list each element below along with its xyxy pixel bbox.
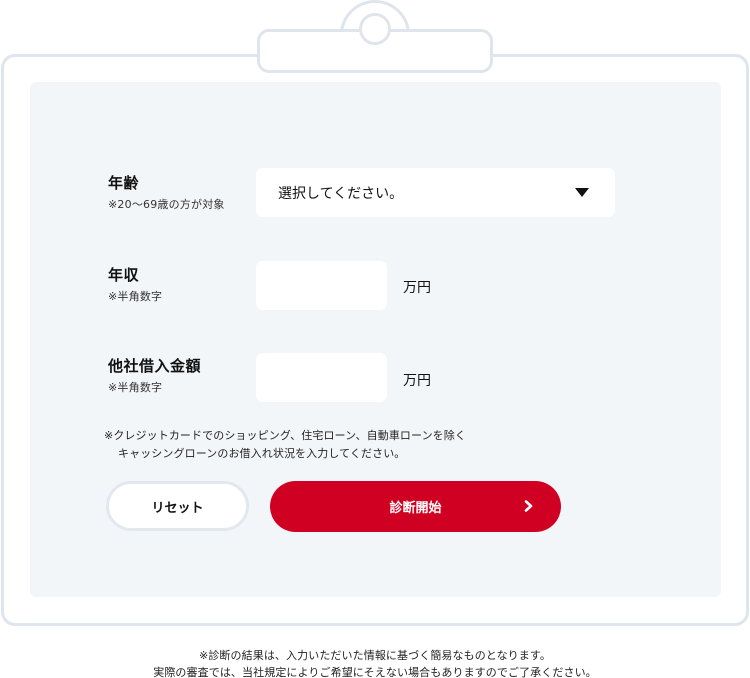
footer-line2: 実際の審査では、当社規定によりご希望にそえない場合もありますのでご了承ください。 — [153, 666, 597, 678]
other-loans-note: ※半角数字 — [108, 381, 163, 394]
chevron-right-icon — [524, 500, 533, 512]
age-note: ※20〜69歳の方が対象 — [108, 198, 225, 211]
start-diagnosis-button[interactable]: 診断開始 — [270, 481, 561, 532]
age-select[interactable]: 選択してください。 — [256, 168, 615, 217]
clip-hole-icon — [359, 13, 391, 45]
loan-note-line1: ※クレジットカードでのショッピング、住宅ローン、自動車ローンを除く — [104, 429, 466, 442]
other-loans-unit: 万円 — [403, 373, 431, 389]
income-unit: 万円 — [403, 280, 431, 296]
start-diagnosis-label: 診断開始 — [389, 501, 442, 516]
other-loans-input[interactable] — [256, 353, 387, 402]
income-note: ※半角数字 — [108, 290, 163, 303]
caret-down-icon — [575, 188, 589, 197]
footer-line1: ※診断の結果は、入力いただいた情報に基づく簡易なものとなります。 — [199, 649, 551, 662]
reset-button[interactable]: リセット — [106, 481, 249, 531]
other-loans-label: 他社借入金額 — [108, 357, 202, 375]
age-select-value: 選択してください。 — [278, 185, 404, 202]
income-label: 年収 — [108, 266, 140, 284]
loan-note-line2: キャッシングローンのお借入れ状況を入力してください。 — [118, 447, 406, 460]
income-input[interactable] — [256, 261, 387, 310]
age-label: 年齢 — [108, 174, 140, 192]
diagnosis-page: 年齢 ※20〜69歳の方が対象 選択してください。 年収 ※半角数字 万円 他社… — [0, 0, 750, 678]
